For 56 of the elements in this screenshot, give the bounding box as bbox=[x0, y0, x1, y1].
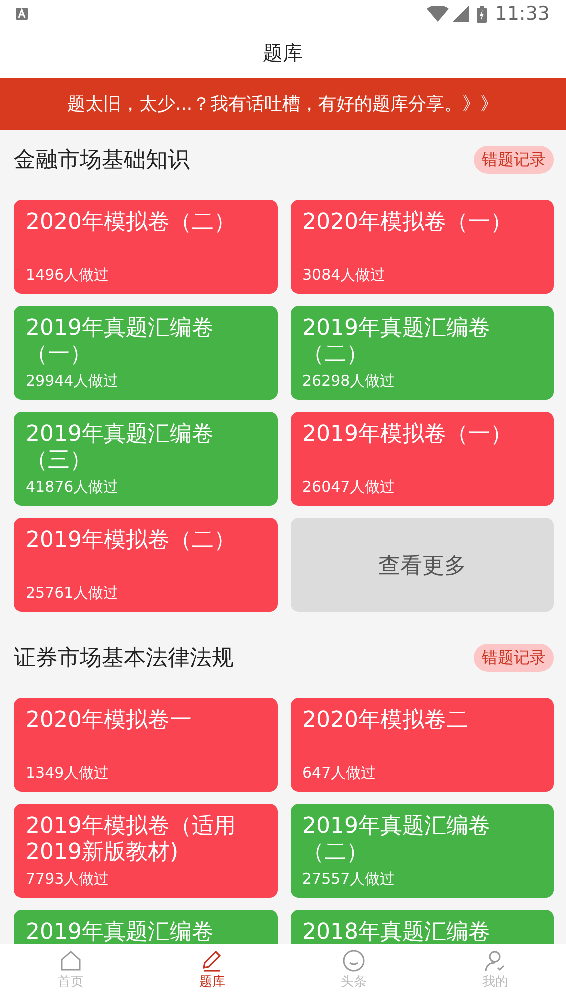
exam-card[interactable]: 2020年模拟卷（一） 3084人做过 bbox=[290, 200, 554, 294]
attempt-count: 25761人做过 bbox=[26, 582, 120, 604]
card-title: 2019年模拟卷（二） bbox=[26, 528, 237, 554]
wifi-icon bbox=[427, 6, 450, 22]
attempt-count: 1496人做过 bbox=[26, 264, 110, 286]
exam-card[interactable]: 2019年真题汇编卷（一） 29944人做过 bbox=[14, 306, 278, 400]
page-title: 题库 bbox=[263, 40, 303, 67]
attempt-count: 1349人做过 bbox=[26, 762, 110, 784]
section-title: 证券市场基本法律法规 bbox=[14, 644, 234, 672]
attempt-count: 7793人做过 bbox=[26, 868, 110, 890]
card-title: 2019年真题汇编卷（二） bbox=[302, 814, 492, 867]
view-more-button[interactable]: 查看更多 bbox=[290, 518, 554, 612]
home-icon bbox=[58, 948, 83, 973]
exam-card[interactable]: 2019年模拟卷（二） 25761人做过 bbox=[14, 518, 278, 612]
attempt-count: 647人做过 bbox=[302, 762, 378, 784]
nav-tab[interactable]: 头条 bbox=[283, 944, 424, 997]
card-title: 2019年真题汇编卷（一） bbox=[26, 316, 215, 369]
wrong-answers-button[interactable]: 错题记录 bbox=[474, 146, 554, 174]
smile-icon bbox=[342, 948, 366, 973]
attempt-count: 27557人做过 bbox=[302, 868, 396, 890]
nav-tab[interactable]: 首页 bbox=[0, 944, 142, 997]
user-icon bbox=[483, 948, 508, 973]
card-title: 2019年真题汇编卷（二） bbox=[302, 316, 492, 369]
status-time: 11:33 bbox=[495, 2, 550, 27]
exam-card[interactable]: 2019年真题汇编卷（二） 26298人做过 bbox=[290, 306, 554, 400]
exam-card[interactable]: 2019年真题汇编卷 bbox=[14, 910, 278, 944]
wrong-answers-button[interactable]: 错题记录 bbox=[474, 644, 554, 672]
exam-card[interactable]: 2020年模拟卷二 647人做过 bbox=[290, 698, 554, 792]
card-title: 2019年真题汇编卷（三） bbox=[26, 422, 215, 475]
exam-card[interactable]: 2019年模拟卷（一） 26047人做过 bbox=[290, 412, 554, 506]
nav-tab[interactable]: 我的 bbox=[424, 944, 566, 997]
exam-card[interactable]: 2020年模拟卷一 1349人做过 bbox=[14, 698, 278, 792]
exam-card[interactable]: 2019年模拟卷（适用2019新版教材) 7793人做过 bbox=[14, 804, 278, 898]
attempt-count: 26047人做过 bbox=[302, 476, 396, 498]
attempt-count: 41876人做过 bbox=[26, 476, 120, 498]
card-title: 2019年模拟卷（一） bbox=[302, 422, 514, 448]
attempt-count: 26298人做过 bbox=[302, 370, 396, 392]
section-title: 金融市场基础知识 bbox=[14, 146, 190, 174]
feedback-banner[interactable]: 题太旧，太少...？我有话吐槽，有好的题库分享。》》 bbox=[0, 78, 566, 130]
notification-icon bbox=[16, 8, 28, 20]
card-title: 2019年模拟卷（适用2019新版教材) bbox=[26, 814, 237, 867]
card-title: 2020年模拟卷二 bbox=[302, 708, 470, 734]
nav-tab[interactable]: 题库 bbox=[142, 944, 283, 997]
exam-card[interactable]: 2019年真题汇编卷（三） 41876人做过 bbox=[14, 412, 278, 506]
exam-card[interactable]: 2020年模拟卷（二） 1496人做过 bbox=[14, 200, 278, 294]
attempt-count: 3084人做过 bbox=[302, 264, 387, 286]
signal-icon bbox=[453, 6, 470, 22]
card-title: 2019年真题汇编卷 bbox=[26, 920, 215, 944]
card-title: 2020年模拟卷（一） bbox=[302, 210, 514, 236]
exam-card[interactable]: 2019年真题汇编卷（二） 27557人做过 bbox=[290, 804, 554, 898]
exam-card[interactable]: 2018年真题汇编卷 bbox=[290, 910, 554, 944]
card-title: 2020年模拟卷一 bbox=[26, 708, 193, 734]
card-title: 2018年真题汇编卷 bbox=[302, 920, 492, 944]
attempt-count: 29944人做过 bbox=[26, 370, 120, 392]
battery-icon bbox=[477, 6, 488, 22]
card-title: 2020年模拟卷（二） bbox=[26, 210, 237, 236]
